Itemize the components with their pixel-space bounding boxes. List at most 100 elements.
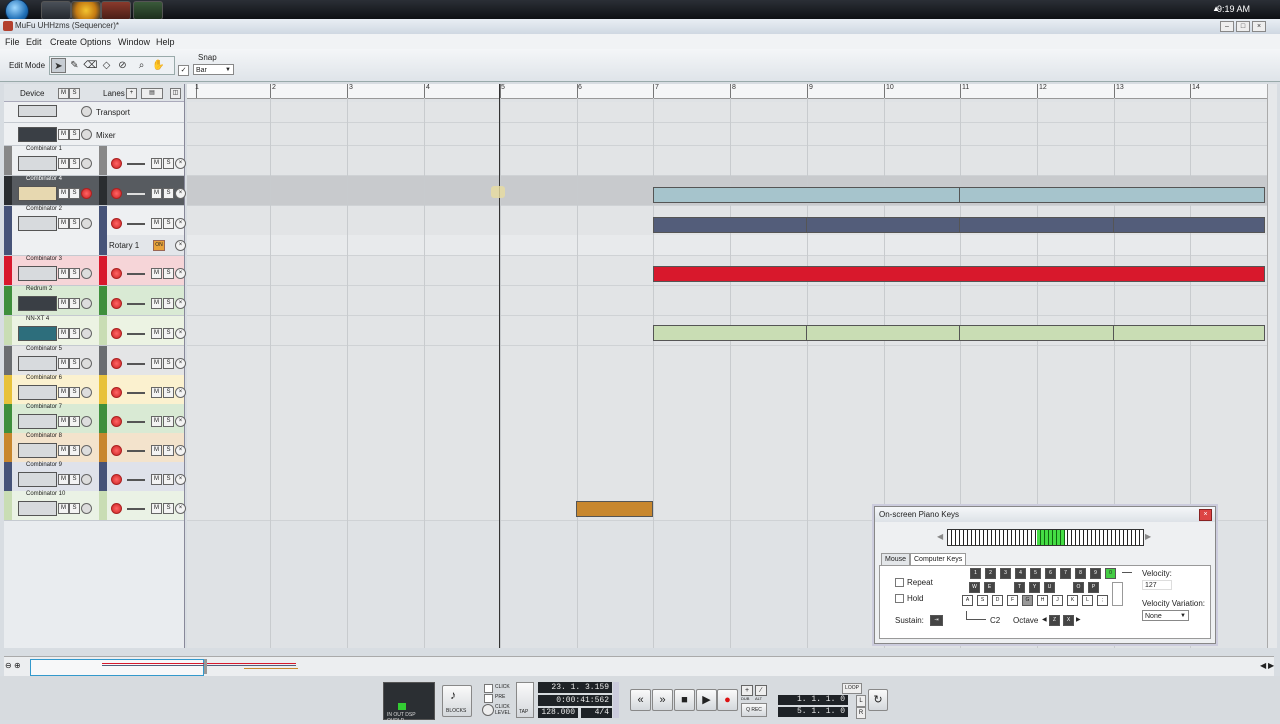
fast-forward-button[interactable]: » [652, 689, 673, 711]
lane-solo-button[interactable]: S [163, 416, 174, 427]
pencil-tool-icon[interactable]: ✎ [67, 58, 82, 73]
key-4[interactable]: 4 [1015, 568, 1026, 579]
note-lane[interactable]: M S × [99, 462, 186, 491]
key-9[interactable]: 9 [1090, 568, 1101, 579]
monitor-button[interactable] [81, 358, 92, 369]
monitor-button[interactable] [81, 129, 92, 140]
solo-button[interactable]: S [69, 358, 80, 369]
monitor-button[interactable] [81, 445, 92, 456]
repeat-checkbox[interactable] [895, 578, 904, 587]
mute-button[interactable]: M [58, 445, 69, 456]
solo-button[interactable]: S [69, 503, 80, 514]
taskbar-app-4[interactable] [133, 1, 163, 20]
mute-button[interactable]: M [58, 474, 69, 485]
blocks-button[interactable]: ♪ BLOCKS [442, 685, 472, 717]
automation-on-badge[interactable]: ON [153, 240, 165, 251]
monitor-button[interactable] [81, 416, 92, 427]
record-enable-button[interactable] [111, 158, 122, 169]
maximize-button[interactable]: □ [1236, 21, 1250, 32]
track-redrum-2[interactable]: Redrum 2 M S M S × [4, 286, 186, 316]
lane-solo-button[interactable]: S [163, 328, 174, 339]
lane-solo-button[interactable]: S [163, 218, 174, 229]
lane-solo-button[interactable]: S [163, 474, 174, 485]
note-lane[interactable]: M S × [99, 176, 186, 205]
lane-menu-button[interactable]: × [175, 298, 186, 309]
note-lane[interactable]: M S × [99, 433, 186, 462]
taskbar-app-1[interactable] [41, 1, 71, 20]
lane-mute-button[interactable]: M [151, 328, 162, 339]
piano-title-bar[interactable]: On-screen Piano Keys × [875, 507, 1215, 522]
scroll-right-icon[interactable]: ▶ [1268, 661, 1274, 670]
menu-help[interactable]: Help [156, 37, 175, 47]
lane-menu-button[interactable]: × [175, 328, 186, 339]
key-h[interactable]: H [1037, 595, 1048, 606]
keyboard-right-arrow-icon[interactable]: ▶ [1145, 532, 1151, 541]
alt-button[interactable]: ∕ [755, 685, 767, 696]
key-p[interactable]: P [1088, 582, 1099, 593]
lane-fader[interactable] [127, 303, 145, 305]
key-3[interactable]: 3 [1000, 568, 1011, 579]
lane-menu-button[interactable]: × [175, 188, 186, 199]
key-t[interactable]: T [1014, 582, 1025, 593]
navigator-view-window[interactable] [30, 659, 204, 676]
monitor-button[interactable] [81, 387, 92, 398]
monitor-button[interactable] [81, 268, 92, 279]
mute-all-button[interactable]: M [58, 88, 69, 99]
mute-button[interactable]: M [58, 416, 69, 427]
solo-button[interactable]: S [69, 445, 80, 456]
monitor-button[interactable] [81, 328, 92, 339]
lane-fader[interactable] [127, 223, 145, 225]
record-enable-button[interactable] [111, 358, 122, 369]
note-lane[interactable]: M S × [99, 375, 186, 404]
lane-menu-button[interactable]: × [175, 158, 186, 169]
lane-mute-button[interactable]: M [151, 416, 162, 427]
solo-button[interactable]: S [69, 268, 80, 279]
key-j[interactable]: J [1052, 595, 1063, 606]
add-lane-button[interactable]: + [126, 88, 137, 99]
monitor-button[interactable] [81, 298, 92, 309]
key-s[interactable]: S [977, 595, 988, 606]
clip-nnxt-4[interactable] [806, 325, 960, 341]
note-lane[interactable]: M S × [99, 146, 186, 175]
track-combinator-3[interactable]: Combinator 3 M S M S × [4, 256, 186, 286]
track-mixer[interactable]: M S Mixer [4, 123, 184, 146]
hand-tool-icon[interactable]: ✋ [151, 58, 166, 73]
octave-down-key[interactable]: Z [1049, 615, 1060, 626]
note-lane[interactable]: M S × [99, 404, 186, 433]
rewind-button[interactable]: « [630, 689, 651, 711]
click-checkbox[interactable] [484, 684, 493, 693]
note-lane[interactable]: M S × [99, 286, 186, 315]
record-enable-button[interactable] [111, 298, 122, 309]
record-enable-button[interactable] [111, 328, 122, 339]
lane-menu-button[interactable]: × [175, 387, 186, 398]
clip-combinator-2[interactable] [1113, 217, 1265, 233]
lane-menu-button[interactable]: × [175, 474, 186, 485]
clip-combinator-2[interactable] [806, 217, 960, 233]
lane-fader[interactable] [127, 273, 145, 275]
lane-fader[interactable] [127, 163, 145, 165]
position-spinner[interactable] [613, 682, 619, 718]
lane-menu-button[interactable]: × [175, 445, 186, 456]
key-0[interactable]: 0 [1105, 568, 1116, 579]
song-navigator[interactable]: ⊖ ⊕ ◀ ▶ [4, 656, 1274, 677]
lane-mute-button[interactable]: M [151, 358, 162, 369]
lane-solo-button[interactable]: S [163, 503, 174, 514]
song-position-line[interactable] [499, 84, 500, 648]
octave-down-arrow-icon[interactable]: ◀ [1042, 616, 1047, 623]
magnify-tool-icon[interactable]: ⌕ [134, 58, 149, 73]
signature-display[interactable]: 4/4 [581, 708, 612, 718]
close-button[interactable]: × [1252, 21, 1266, 32]
clip-combinator-2[interactable] [959, 217, 1114, 233]
solo-button[interactable]: S [69, 298, 80, 309]
scroll-left-icon[interactable]: ◀ [1260, 661, 1266, 670]
tempo-display[interactable]: 128.000 [538, 708, 578, 718]
clip-combinator-10[interactable] [576, 501, 653, 517]
snap-select[interactable]: Bar ▼ [193, 64, 234, 75]
solo-button[interactable]: S [69, 158, 80, 169]
clip-combinator-2[interactable] [653, 217, 807, 233]
monitor-button[interactable] [81, 503, 92, 514]
minimize-button[interactable]: – [1220, 21, 1234, 32]
mute-button[interactable]: M [58, 358, 69, 369]
monitor-button[interactable] [81, 474, 92, 485]
track-nnxt-4[interactable]: NN-XT 4 M S M S × [4, 316, 186, 346]
